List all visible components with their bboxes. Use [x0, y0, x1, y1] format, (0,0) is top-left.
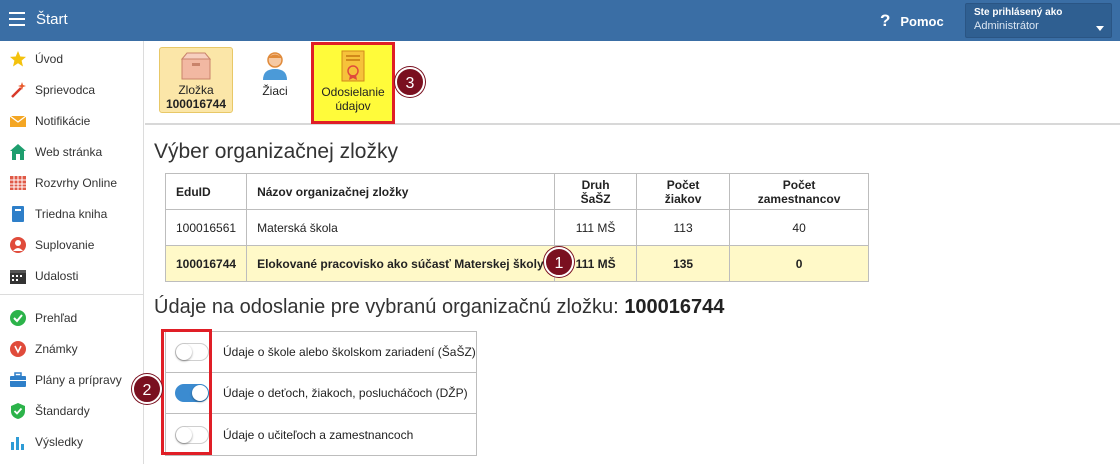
- send-label-line2: údajov: [335, 99, 371, 113]
- grades-icon: [10, 340, 26, 357]
- toolbar: Zložka 100016744 Žiaci Odosielanie údajo…: [145, 41, 1120, 125]
- sidebar-item-label: Štandardy: [35, 403, 90, 418]
- sidebar-item-label: Sprievodca: [35, 82, 96, 97]
- toggle-row-dzp: Údaje o deťoch, žiakoch, poslucháčoch (D…: [166, 373, 476, 414]
- shield-check-icon: [11, 402, 25, 419]
- sidebar-item-prehlad[interactable]: Prehľad: [0, 302, 143, 333]
- table-row-selected[interactable]: 100016744 Elokované pracovisko ako súčas…: [164, 245, 870, 282]
- top-bar: Štart ? Pomoc Ste prihlásený ako Adminis…: [0, 0, 1120, 41]
- timetable-icon: [10, 175, 26, 190]
- table-cell: Elokované pracovisko ako súčasť Materske…: [246, 245, 556, 282]
- sidebar-item-label: Suplovanie: [35, 237, 95, 252]
- table-header: EduID: [164, 173, 248, 210]
- table-header: Počet zamestnancov: [729, 173, 870, 210]
- table-header: Názov organizačnej zložky: [246, 173, 556, 210]
- sidebar-separator: [0, 294, 143, 295]
- sidebar-item-label: Triedna kniha: [35, 206, 108, 221]
- toggle-label: Údaje o škole alebo školskom zariadení (…: [223, 345, 476, 359]
- sidebar-item-label: Notifikácie: [35, 113, 91, 128]
- students-button[interactable]: Žiaci: [247, 47, 303, 113]
- sidebar: Úvod Sprievodca Notifikácie Web stránka …: [0, 41, 144, 464]
- table-cell: 100016744: [164, 245, 248, 282]
- units-table: EduID Názov organizačnej zložky Druh ŠaŠ…: [164, 173, 870, 282]
- check-circle-icon: [10, 309, 26, 326]
- question-icon: ?: [880, 11, 891, 30]
- sidebar-item-label: Rozvrhy Online: [35, 175, 118, 190]
- data-title-id: 100016744: [624, 296, 725, 318]
- table-header: Počet žiakov: [636, 173, 731, 210]
- toggle-row-sasz: Údaje o škole alebo školskom zariadení (…: [166, 332, 476, 373]
- table-header-row: EduID Názov organizačnej zložky Druh ŠaŠ…: [164, 173, 870, 210]
- step-marker-3: 3: [395, 67, 425, 97]
- sidebar-item-standardy[interactable]: Štandardy: [0, 395, 143, 426]
- sidebar-item-vysledky[interactable]: Výsledky: [0, 426, 143, 457]
- sidebar-item-label: Prehľad: [35, 310, 78, 325]
- sidebar-item-udalosti[interactable]: Udalosti: [0, 260, 143, 291]
- user-menu-dropdown[interactable]: Ste prihlásený ako Administrátor: [965, 3, 1112, 38]
- bar-chart-icon: [11, 436, 24, 450]
- send-data-button[interactable]: Odosielanie údajov: [311, 42, 395, 124]
- sidebar-item-label: Úvod: [35, 51, 64, 66]
- toggle-label: Údaje o učiteľoch a zamestnancoch: [223, 427, 414, 442]
- sidebar-item-label: Plány a prípravy: [35, 372, 122, 387]
- calendar-icon: [10, 269, 26, 284]
- sidebar-item-notifikacie[interactable]: Notifikácie: [0, 105, 143, 136]
- table-cell: 135: [636, 245, 731, 282]
- table-cell: 0: [729, 245, 870, 282]
- sidebar-item-plany-a-pripravy[interactable]: Plány a prípravy: [0, 364, 143, 395]
- home-icon: [10, 143, 26, 160]
- sidebar-item-label: Výsledky: [35, 434, 84, 449]
- step-marker-1: 1: [544, 247, 574, 277]
- help-button[interactable]: ? Pomoc: [880, 11, 944, 31]
- user-name: Administrátor: [974, 20, 1039, 32]
- user-label: Ste prihlásený ako: [974, 7, 1063, 18]
- substitute-user-icon: [10, 236, 26, 253]
- help-label: Pomoc: [900, 13, 944, 29]
- send-label-line1: Odosielanie: [321, 85, 385, 99]
- sidebar-item-web-stranka[interactable]: Web stránka: [0, 136, 143, 167]
- table-header: Druh ŠaŠZ: [554, 173, 638, 210]
- sidebar-item-rozvrhy-online[interactable]: Rozvrhy Online: [0, 167, 143, 198]
- data-to-send-title: Údaje na odoslanie pre vybranú organizač…: [154, 296, 724, 319]
- step-marker-2: 2: [132, 374, 162, 404]
- sidebar-item-label: Udalosti: [35, 268, 79, 283]
- folder-label: Zložka: [178, 83, 214, 97]
- star-icon: [10, 50, 26, 66]
- table-row[interactable]: 100016561 Materská škola 111 MŠ 113 40: [164, 209, 870, 246]
- envelope-icon: [9, 115, 27, 127]
- sidebar-item-suplovanie[interactable]: Suplovanie: [0, 229, 143, 260]
- sidebar-item-znamky[interactable]: Známky: [0, 333, 143, 364]
- student-icon: [263, 52, 287, 80]
- briefcase-icon: [10, 371, 26, 387]
- box-icon: [180, 52, 212, 80]
- sidebar-item-uvod[interactable]: Úvod: [0, 43, 143, 74]
- sidebar-item-label: Známky: [35, 341, 78, 356]
- students-label: Žiaci: [262, 84, 288, 98]
- table-cell: 111 MŠ: [554, 209, 638, 246]
- data-title-prefix: Údaje na odoslanie pre vybranú organizač…: [154, 296, 619, 318]
- toggle-row-teachers: Údaje o učiteľoch a zamestnancoch: [166, 414, 476, 455]
- hamburger-menu-icon[interactable]: [9, 12, 25, 26]
- folder-button[interactable]: Zložka 100016744: [159, 47, 233, 113]
- table-cell: 100016561: [164, 209, 248, 246]
- certificate-icon: [341, 50, 365, 82]
- toggle-label: Údaje o deťoch, žiakoch, poslucháčoch (D…: [223, 386, 468, 400]
- folder-id: 100016744: [165, 97, 227, 111]
- select-unit-title: Výber organizačnej zložky: [154, 140, 398, 163]
- app-title: Štart: [36, 11, 68, 28]
- book-icon: [12, 205, 24, 222]
- chevron-down-icon: [1096, 26, 1104, 31]
- table-cell: 113: [636, 209, 731, 246]
- highlight-box-toggles: [161, 329, 212, 455]
- sidebar-item-triedna-kniha[interactable]: Triedna kniha: [0, 198, 143, 229]
- sidebar-item-label: Web stránka: [35, 144, 103, 159]
- sidebar-item-sprievodca[interactable]: Sprievodca: [0, 74, 143, 105]
- table-cell: Materská škola: [246, 209, 556, 246]
- table-cell: 40: [729, 209, 870, 246]
- magic-wand-icon: [11, 81, 26, 98]
